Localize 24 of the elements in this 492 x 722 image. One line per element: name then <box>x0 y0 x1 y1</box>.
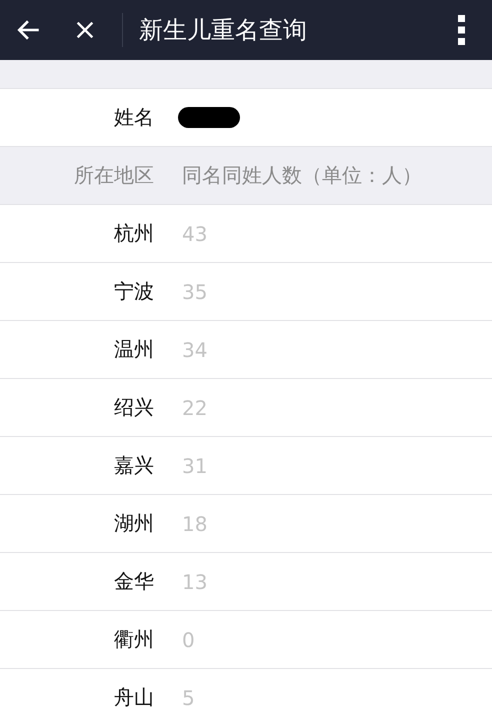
count-cell: 18 <box>182 512 208 536</box>
count-cell: 35 <box>182 280 208 304</box>
count-cell: 43 <box>182 222 208 246</box>
region-cell: 金华 <box>114 569 154 593</box>
name-label: 姓名 <box>114 105 154 129</box>
region-cell: 绍兴 <box>114 395 154 419</box>
region-cell: 宁波 <box>114 279 154 303</box>
more-menu-icon[interactable] <box>458 15 466 45</box>
count-cell: 5 <box>182 686 195 710</box>
region-cell: 舟山 <box>114 685 154 709</box>
region-cell: 嘉兴 <box>114 453 154 477</box>
region-cell: 湖州 <box>114 511 154 535</box>
count-cell: 31 <box>182 454 208 478</box>
region-cell: 衢州 <box>114 627 154 651</box>
count-cell: 34 <box>182 338 208 362</box>
region-cell: 温州 <box>114 337 154 361</box>
count-cell: 0 <box>182 628 195 652</box>
column-header: 所在地区 <box>74 163 154 187</box>
region-cell: 杭州 <box>114 221 154 245</box>
count-cell: 13 <box>182 570 208 594</box>
close-icon[interactable] <box>74 19 96 41</box>
column-header: 同名同姓人数（单位：人） <box>182 162 422 189</box>
count-cell: 22 <box>182 396 208 420</box>
page-title: 新生儿重名查询 <box>139 15 308 46</box>
